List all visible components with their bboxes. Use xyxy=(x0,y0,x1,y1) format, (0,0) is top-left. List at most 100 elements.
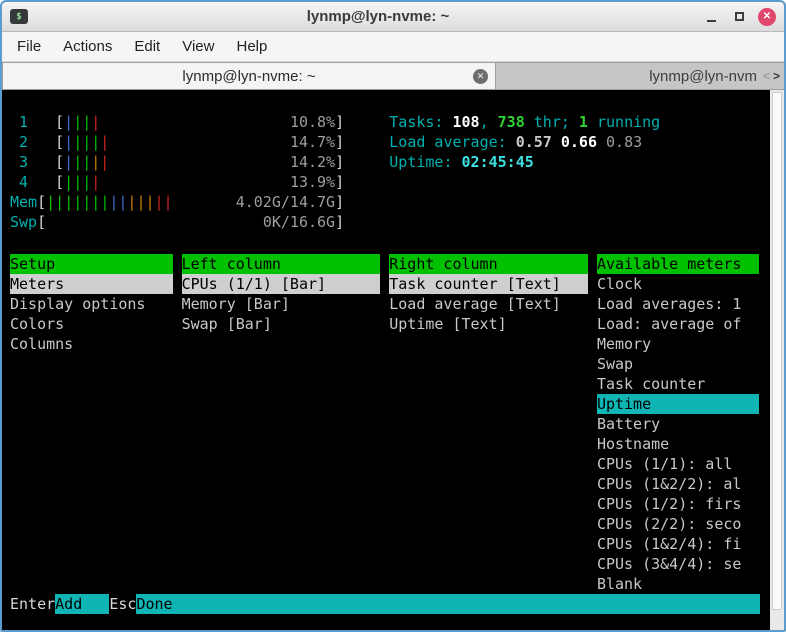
tab-close-button[interactable]: ✕ xyxy=(473,69,488,84)
panel-header: Right column xyxy=(389,254,588,274)
function-key: Enter xyxy=(10,594,55,614)
panel-header: Available meters xyxy=(597,254,760,274)
panel-item[interactable]: CPUs (1&2/2): al xyxy=(597,474,760,494)
meter-label: Mem xyxy=(10,192,37,212)
cpu-meter-1: 1[||||10.8%] xyxy=(10,112,344,132)
panel-item[interactable]: Battery xyxy=(597,414,760,434)
tab-scroll-left-icon[interactable]: < xyxy=(763,69,770,83)
scrollbar-thumb[interactable] xyxy=(772,92,782,610)
maximize-icon xyxy=(735,12,744,21)
cpu-meter-3: 3[|||||14.2%] xyxy=(10,152,344,172)
panel-item[interactable]: Columns xyxy=(10,334,173,354)
panel-item[interactable]: Swap xyxy=(597,354,760,374)
menu-item-file[interactable]: File xyxy=(6,34,52,59)
meter-bar: 0K/16.6G xyxy=(46,212,335,232)
panel-item[interactable]: Memory xyxy=(597,334,760,354)
meter-bar: |||| 13.9% xyxy=(64,172,335,192)
scrollbar[interactable] xyxy=(770,90,784,630)
mem-meter: Mem[||||||||||||||4.02G/14.7G] xyxy=(10,192,344,212)
tab-inactive[interactable]: lynmp@lyn-nvm xyxy=(496,62,759,90)
cpu-meter-2: 2[|||||14.7%] xyxy=(10,132,344,152)
panel-item[interactable]: Load: average of xyxy=(597,314,760,334)
tab-close-icon: ✕ xyxy=(477,71,485,82)
panel-item[interactable]: Colors xyxy=(10,314,173,334)
meter-bracket-open: [ xyxy=(37,192,46,212)
meter-label: Swp xyxy=(10,212,37,232)
meter-value: 13.9% xyxy=(290,172,335,192)
maximize-button[interactable] xyxy=(730,8,748,26)
meter-bracket-close: ] xyxy=(335,172,344,192)
panel-item[interactable]: CPUs (1/2): firs xyxy=(597,494,760,514)
panel-item[interactable]: Clock xyxy=(597,274,760,294)
setup-panel-available-meters: Available metersClockLoad averages: 1Loa… xyxy=(597,254,760,594)
load-average-line: Load average: 0.57 0.66 0.83 xyxy=(389,132,660,152)
panel-header: Setup xyxy=(10,254,173,274)
meter-bracket-close: ] xyxy=(335,192,344,212)
tab-inactive-title: lynmp@lyn-nvm xyxy=(649,68,757,85)
cpu-meter-4: 4[||||13.9%] xyxy=(10,172,344,192)
tab-active-title: lynmp@lyn-nvme: ~ xyxy=(182,68,315,85)
function-label[interactable]: Done xyxy=(136,594,760,614)
meter-value: 14.2% xyxy=(290,152,335,172)
panel-item[interactable]: Uptime [Text] xyxy=(389,314,588,334)
panel-item[interactable]: Swap [Bar] xyxy=(182,314,381,334)
panel-item[interactable]: CPUs (3&4/4): se xyxy=(597,554,760,574)
terminal[interactable]: 1[||||10.8%]2[|||||14.7%]3[|||||14.2%]4[… xyxy=(2,90,784,630)
panel-item[interactable]: CPUs (2/2): seco xyxy=(597,514,760,534)
panel-item[interactable]: CPUs (1/1): all xyxy=(597,454,760,474)
setup-panel-left-column: Left columnCPUs (1/1) [Bar]Memory [Bar]S… xyxy=(182,254,381,594)
htop-screen: 1[||||10.8%]2[|||||14.7%]3[|||||14.2%]4[… xyxy=(2,90,770,630)
meter-bracket-close: ] xyxy=(335,132,344,152)
meter-bracket-close: ] xyxy=(335,152,344,172)
meter-value: 4.02G/14.7G xyxy=(236,192,335,212)
meter-label: 1 xyxy=(10,112,55,132)
meter-bracket-open: [ xyxy=(37,212,46,232)
menu-item-edit[interactable]: Edit xyxy=(123,34,171,59)
setup-panel-right-column: Right columnTask counter [Text]Load aver… xyxy=(389,254,588,594)
meter-value: 0K/16.6G xyxy=(263,212,335,232)
meter-bracket-close: ] xyxy=(335,112,344,132)
menu-item-view[interactable]: View xyxy=(171,34,225,59)
meter-bar: ||||10.8% xyxy=(64,112,335,132)
panel-item[interactable]: CPUs (1/1) [Bar] xyxy=(182,274,381,294)
panel-item[interactable]: Meters xyxy=(10,274,173,294)
meter-value: 10.8% xyxy=(290,112,335,132)
meter-ticks: |||| xyxy=(64,172,100,192)
meter-bracket-open: [ xyxy=(55,172,64,192)
tab-active[interactable]: lynmp@lyn-nvme: ~ ✕ xyxy=(2,62,496,90)
panel-item[interactable]: Task counter [Text] xyxy=(389,274,588,294)
htop-function-bar: EnterAdd EscDone xyxy=(10,594,760,614)
minimize-button[interactable] xyxy=(702,8,720,26)
panel-item[interactable]: Load averages: 1 xyxy=(597,294,760,314)
panel-item[interactable]: Task counter xyxy=(597,374,760,394)
htop-setup-panels: SetupMetersDisplay optionsColorsColumns L… xyxy=(10,254,760,594)
panel-item[interactable]: Hostname xyxy=(597,434,760,454)
meter-bar: ||||| 14.2% xyxy=(64,152,335,172)
panel-item[interactable]: Load average [Text] xyxy=(389,294,588,314)
close-button[interactable]: ✕ xyxy=(758,8,776,26)
terminal-app-icon: $ xyxy=(10,9,28,24)
meter-label: 2 xyxy=(10,132,55,152)
htop-header: 1[||||10.8%]2[|||||14.7%]3[|||||14.2%]4[… xyxy=(10,112,760,232)
meter-bar: ||||||||||||||4.02G/14.7G xyxy=(46,192,335,212)
tabbar: lynmp@lyn-nvme: ~ ✕ lynmp@lyn-nvm < > xyxy=(2,62,784,90)
menu-item-actions[interactable]: Actions xyxy=(52,34,123,59)
meter-ticks: ||||| xyxy=(64,132,109,152)
meter-bracket-close: ] xyxy=(335,212,344,232)
tab-scroll-right-icon[interactable]: > xyxy=(773,69,780,83)
meter-label: 3 xyxy=(10,152,55,172)
panel-item[interactable]: Memory [Bar] xyxy=(182,294,381,314)
menubar: FileActionsEditViewHelp xyxy=(2,32,784,62)
function-key: Esc xyxy=(109,594,136,614)
panel-header: Left column xyxy=(182,254,381,274)
uptime-line: Uptime: 02:45:45 xyxy=(389,152,660,172)
panel-item[interactable]: Display options xyxy=(10,294,173,314)
titlebar[interactable]: $ lynmp@lyn-nvme: ~ ✕ xyxy=(2,2,784,32)
panel-item[interactable]: Uptime xyxy=(597,394,760,414)
htop-info: Tasks: 108, 738 thr; 1 runningLoad avera… xyxy=(389,112,660,232)
panel-item[interactable]: Blank xyxy=(597,574,760,594)
meter-ticks: ||||| xyxy=(64,152,109,172)
panel-item[interactable]: CPUs (1&2/4): fi xyxy=(597,534,760,554)
function-label[interactable]: Add xyxy=(55,594,109,614)
menu-item-help[interactable]: Help xyxy=(225,34,278,59)
